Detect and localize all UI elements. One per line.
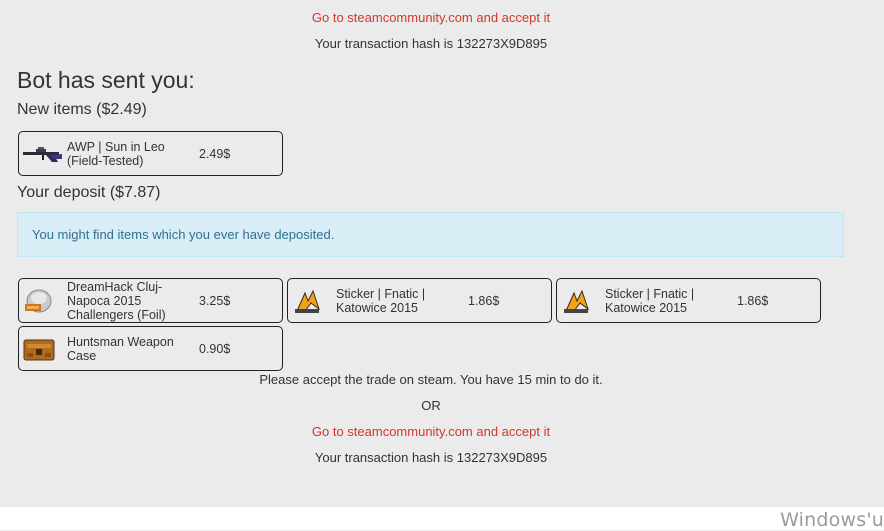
steam-accept-link-bottom[interactable]: Go to steamcommunity.com and accept it	[0, 424, 862, 439]
deposit-item-card[interactable]: DreamHack Cluj-Napoca 2015 Challengers (…	[18, 278, 283, 323]
awp-rifle-icon	[22, 140, 62, 168]
deposit-item-card[interactable]: Sticker | Fnatic | Katowice 2015 1.86$	[287, 278, 552, 323]
item-price: 0.90$	[199, 341, 231, 356]
item-price: 1.86$	[737, 293, 769, 308]
trade-panel: Go to steamcommunity.com and accept it Y…	[0, 0, 876, 507]
bot-sent-title: Bot has sent you:	[17, 67, 195, 93]
deposit-item-card[interactable]: Huntsman Weapon Case 0.90$	[18, 326, 283, 371]
bottom-strip	[0, 507, 884, 530]
item-name: Sticker | Fnatic | Katowice 2015	[336, 286, 426, 315]
item-name: DreamHack Cluj-Napoca 2015 Challengers (…	[67, 279, 166, 322]
fnatic-sticker-icon	[291, 287, 325, 315]
item-price: 2.49$	[199, 146, 231, 161]
item-price: 1.86$	[468, 293, 500, 308]
item-price: 3.25$	[199, 293, 231, 308]
fnatic-sticker-icon	[560, 287, 594, 315]
deposit-item-card[interactable]: Sticker | Fnatic | Katowice 2015 1.86$	[556, 278, 821, 323]
deposit-info-alert: You might find items which you ever have…	[17, 212, 844, 257]
item-name: AWP | Sun in Leo (Field-Tested)	[67, 139, 165, 168]
steam-accept-link-top[interactable]: Go to steamcommunity.com and accept it	[0, 10, 862, 25]
new-item-card[interactable]: AWP | Sun in Leo (Field-Tested) 2.49$	[18, 131, 283, 176]
or-separator: OR	[421, 398, 441, 413]
windows-watermark: Windows'u	[780, 509, 884, 531]
weapon-case-icon	[22, 335, 56, 363]
item-name: Huntsman Weapon Case	[67, 334, 174, 363]
sticker-capsule-icon	[22, 287, 56, 315]
transaction-hash-top: Your transaction hash is 132273X9D895	[314, 36, 548, 51]
deposit-heading: Your deposit ($7.87)	[17, 184, 161, 201]
accept-instruction: Please accept the trade on steam. You ha…	[259, 372, 603, 387]
transaction-hash-bottom: Your transaction hash is 132273X9D895	[314, 450, 548, 465]
new-items-heading: New items ($2.49)	[17, 101, 147, 118]
item-name: Sticker | Fnatic | Katowice 2015	[605, 286, 695, 315]
